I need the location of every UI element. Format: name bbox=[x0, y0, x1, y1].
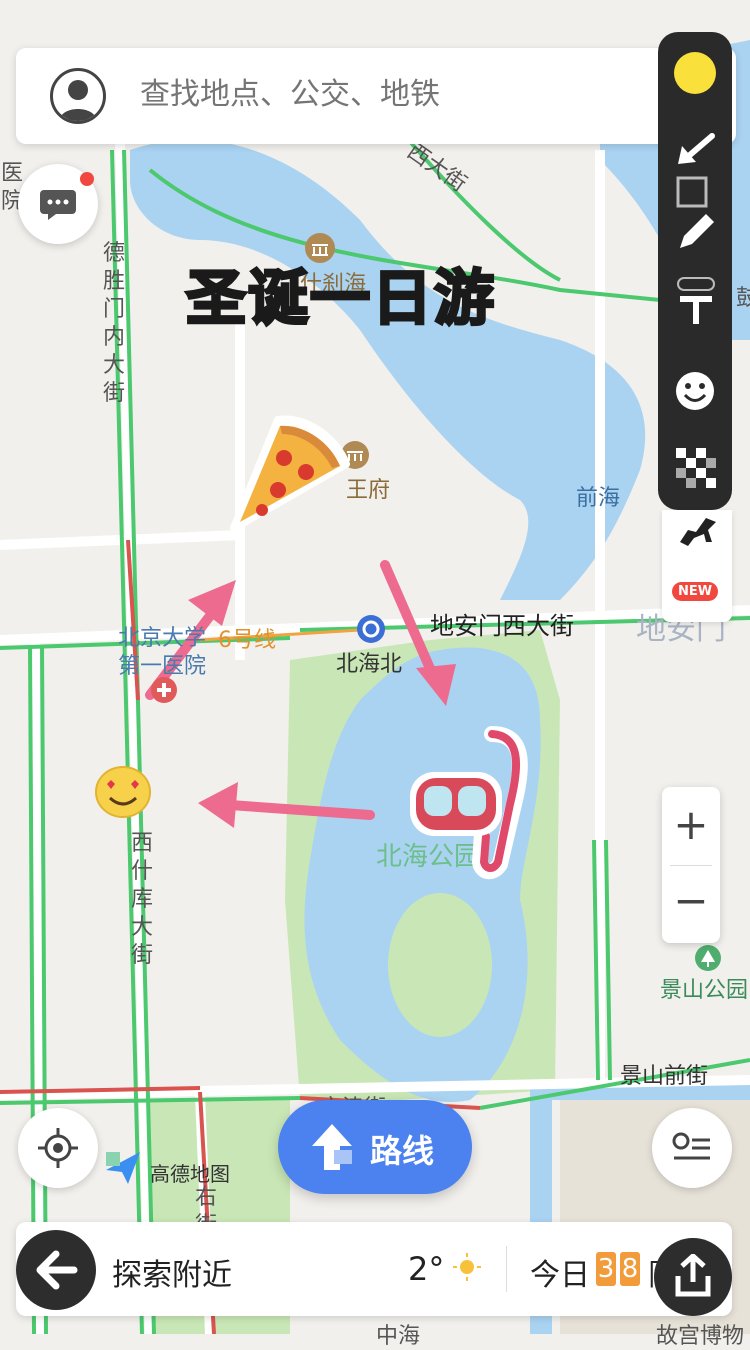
temperature: 2° bbox=[408, 1250, 445, 1288]
wangfu-label: 王府 bbox=[346, 478, 391, 503]
deshengmen-street-label: 德胜门内大街 bbox=[102, 241, 125, 406]
message-button[interactable] bbox=[18, 164, 98, 244]
subway-icon[interactable] bbox=[356, 614, 386, 644]
hospital-icon[interactable] bbox=[150, 676, 178, 704]
jingshan-qianjie-label: 景山前街 bbox=[620, 1064, 709, 1089]
mosaic-icon[interactable] bbox=[676, 448, 716, 488]
amap-logo-text: 高德地图 bbox=[150, 1162, 230, 1186]
share-button[interactable] bbox=[654, 1238, 732, 1316]
locate-button[interactable] bbox=[18, 1108, 98, 1188]
zhonghai-label: 中海 bbox=[376, 1324, 421, 1349]
list-icon bbox=[672, 1132, 710, 1160]
color-picker-button[interactable] bbox=[674, 52, 716, 94]
plate-digit-2: 8 bbox=[620, 1252, 640, 1286]
today-label: 今日 bbox=[530, 1258, 590, 1293]
plate-digit-1: 3 bbox=[596, 1252, 616, 1286]
divider bbox=[506, 1246, 507, 1292]
sun-icon bbox=[453, 1253, 481, 1281]
park-icon[interactable] bbox=[694, 944, 722, 972]
notification-dot bbox=[80, 172, 94, 186]
horse-icon[interactable] bbox=[676, 512, 720, 548]
explore-nearby-label[interactable]: 探索附近 bbox=[112, 1250, 232, 1294]
xishiku-street-label: 西什库大街 bbox=[130, 831, 153, 968]
back-button[interactable] bbox=[16, 1230, 96, 1310]
gulou-partial-label: 鼓楼 bbox=[736, 286, 750, 311]
qianhai-label: 前海 bbox=[576, 486, 621, 511]
back-icon bbox=[36, 1250, 78, 1290]
route-label: 路线 bbox=[370, 1132, 435, 1170]
user-avatar-icon[interactable] bbox=[50, 68, 106, 124]
pen-icon[interactable] bbox=[674, 210, 718, 254]
zoom-divider bbox=[670, 865, 712, 866]
new-badge: NEW bbox=[672, 582, 719, 601]
layer-panel[interactable]: NEW bbox=[662, 510, 732, 622]
route-button[interactable]: 路线 bbox=[278, 1100, 472, 1194]
zoom-control: + − bbox=[662, 787, 720, 943]
bottom-bar: 探索附近 2° 今日 3 8 限行 bbox=[16, 1222, 732, 1316]
search-bar[interactable] bbox=[16, 48, 736, 144]
jingshan-park-label: 景山公园 bbox=[660, 978, 749, 1003]
text-icon[interactable] bbox=[676, 276, 716, 328]
share-icon bbox=[675, 1254, 711, 1297]
gugong-label: 故宫博物 bbox=[656, 1324, 745, 1349]
arrow-icon[interactable] bbox=[676, 132, 716, 166]
zoom-out-button[interactable]: − bbox=[662, 869, 720, 937]
route-arrow-icon bbox=[312, 1124, 352, 1170]
emoji-icon[interactable] bbox=[674, 370, 716, 412]
search-input[interactable] bbox=[138, 76, 562, 113]
list-button[interactable] bbox=[652, 1108, 732, 1188]
line6-label: 6号线 bbox=[218, 628, 276, 653]
overlay-title: 圣诞一日游 bbox=[185, 263, 496, 336]
zoom-in-button[interactable]: + bbox=[662, 793, 720, 861]
amap-logo-icon bbox=[106, 1152, 140, 1184]
message-icon bbox=[40, 190, 76, 220]
annotation-toolbar bbox=[658, 32, 732, 510]
beihaibei-label: 北海北 bbox=[336, 652, 403, 677]
locate-icon bbox=[38, 1128, 78, 1168]
pizza-sticker[interactable] bbox=[226, 410, 352, 536]
heart-eyes-sticker[interactable] bbox=[94, 764, 152, 818]
dianmen-xi-label: 地安门西大街 bbox=[430, 612, 574, 640]
snorkel-sticker[interactable] bbox=[402, 724, 532, 884]
